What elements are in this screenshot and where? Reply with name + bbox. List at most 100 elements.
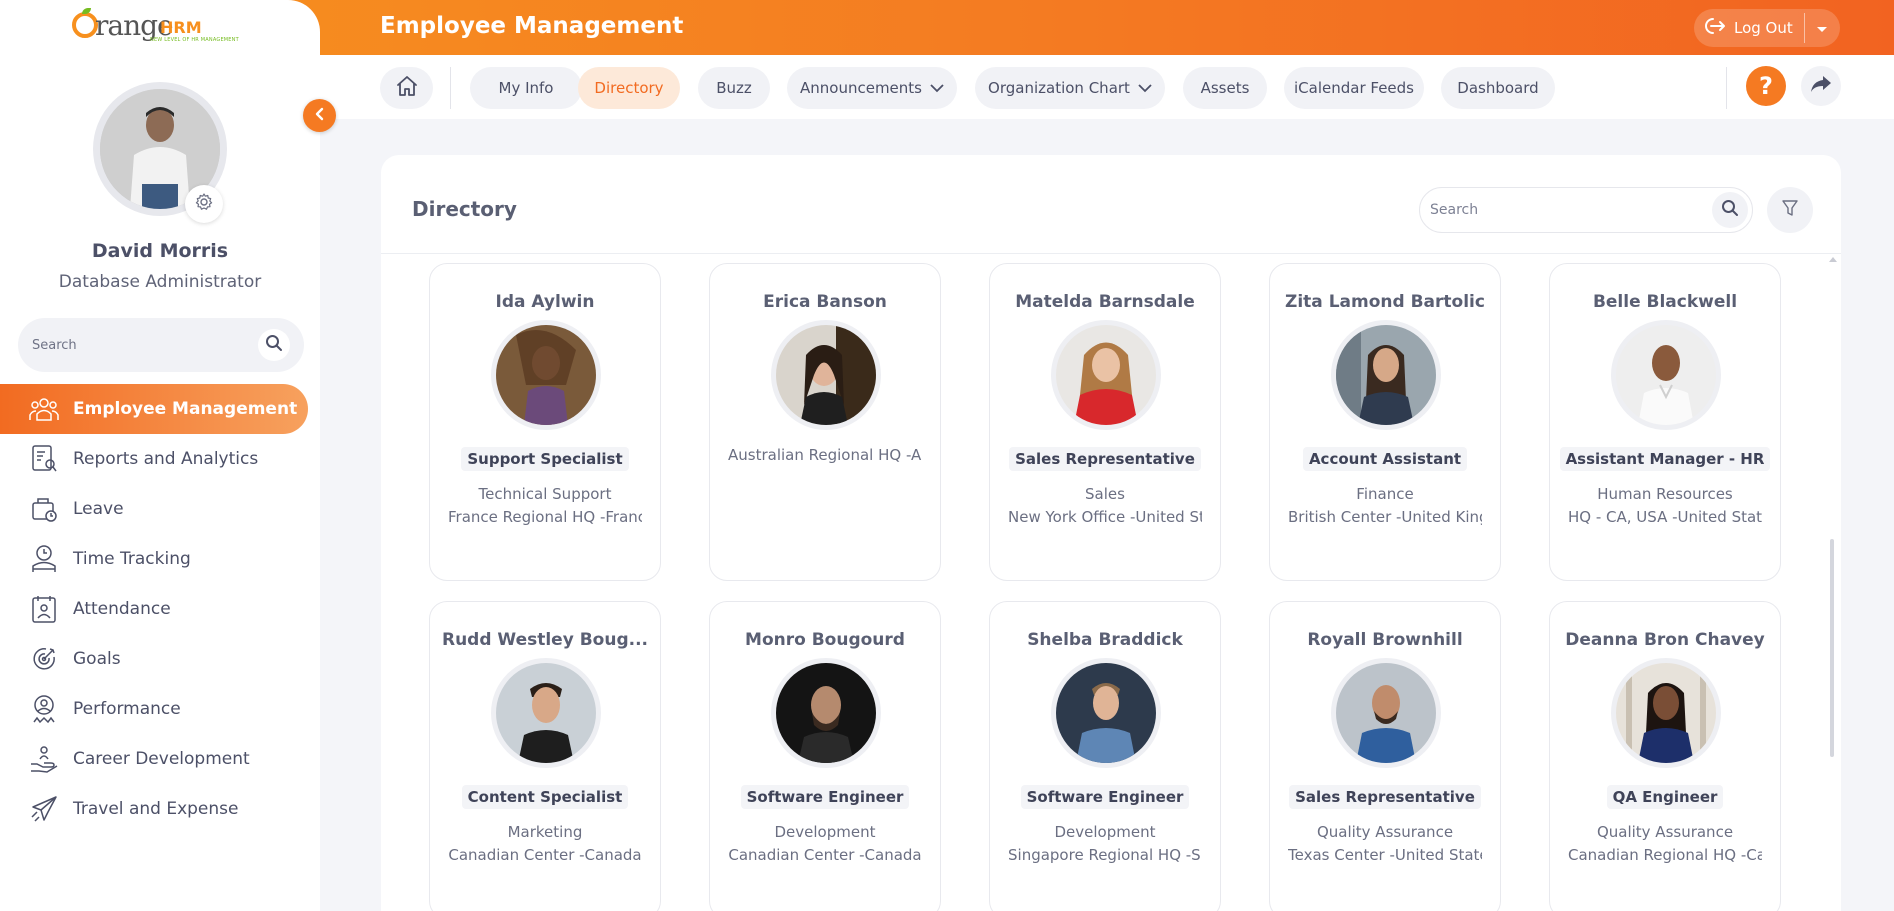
sidebar-item-label: Performance xyxy=(73,699,181,719)
tab-icalendar-feeds[interactable]: iCalendar Feeds xyxy=(1284,67,1424,109)
employee-card[interactable]: Ida Aylwin Support Specialist Technical … xyxy=(429,263,661,581)
sidebar-collapse-button[interactable] xyxy=(303,99,336,132)
filter-button[interactable] xyxy=(1767,187,1813,233)
sidebar-item-performance[interactable]: Performance xyxy=(0,684,320,734)
report-icon xyxy=(28,443,60,475)
scroll-thumb[interactable] xyxy=(1830,539,1834,757)
directory-search-input[interactable] xyxy=(1430,188,1700,232)
employee-card[interactable]: Deanna Bron Chavey QA Engineer Quality A… xyxy=(1549,601,1781,911)
sidebar-item-label: Goals xyxy=(73,649,121,669)
tab-directory[interactable]: Directory xyxy=(578,67,680,109)
tab-buzz[interactable]: Buzz xyxy=(698,67,770,109)
goals-icon xyxy=(28,643,60,675)
sidebar-item-reports-and-analytics[interactable]: Reports and Analytics xyxy=(0,434,320,484)
user-name: David Morris xyxy=(91,240,229,262)
help-button[interactable]: ? xyxy=(1746,66,1786,106)
profile-settings-button[interactable] xyxy=(185,185,223,223)
tab-label: Directory xyxy=(594,79,664,97)
logout-label: Log Out xyxy=(1734,19,1793,37)
employee-photo-frame xyxy=(1611,320,1721,430)
sidebar-item-label: Time Tracking xyxy=(73,549,191,569)
share-button[interactable] xyxy=(1801,66,1841,106)
employee-name: Erica Banson xyxy=(763,292,887,312)
sidebar-search-input[interactable] xyxy=(32,318,252,372)
employee-photo xyxy=(1616,325,1716,425)
employee-photo xyxy=(1616,663,1716,763)
employee-department: Sales xyxy=(1085,485,1125,503)
nav-divider xyxy=(1726,67,1727,109)
tab-announcements[interactable]: Announcements xyxy=(787,67,957,109)
employee-photo xyxy=(496,325,596,425)
role-label: Content Specialist xyxy=(461,785,629,809)
employee-name: Ida Aylwin xyxy=(495,292,595,312)
sidebar-item-time-tracking[interactable]: Time Tracking xyxy=(0,534,320,584)
time-tracking-icon xyxy=(28,543,60,575)
employee-card[interactable]: Royall Brownhill Sales Representative Qu… xyxy=(1269,601,1501,911)
directory-scrollbar[interactable] xyxy=(1827,255,1837,911)
tab-dashboard[interactable]: Dashboard xyxy=(1441,67,1555,109)
divider xyxy=(381,253,1841,254)
sidebar-item-career-development[interactable]: Career Development xyxy=(0,734,320,784)
directory-search-button[interactable] xyxy=(1712,192,1748,228)
nav-divider xyxy=(450,67,451,109)
employee-name: Shelba Braddick xyxy=(1027,630,1183,650)
employee-location: Canadian Regional HQ -Can xyxy=(1568,846,1762,864)
tab-organization-chart[interactable]: Organization Chart xyxy=(975,67,1165,109)
logout-menu-button[interactable] xyxy=(1807,9,1837,47)
role-label: QA Engineer xyxy=(1606,785,1724,809)
employee-card[interactable]: Belle Blackwell Assistant Manager - HR H… xyxy=(1549,263,1781,581)
role-label: Sales Representative xyxy=(1009,447,1201,471)
employee-card[interactable]: Rudd Westley Boug... Content Specialist … xyxy=(429,601,661,911)
employee-card[interactable]: Monro Bougourd Software Engineer Develop… xyxy=(709,601,941,911)
home-button[interactable] xyxy=(380,67,433,109)
logo-tagline: NEW LEVEL OF HR MANAGEMENT xyxy=(150,37,239,43)
employee-department: Finance xyxy=(1356,485,1414,503)
sidebar-item-label: Attendance xyxy=(73,599,171,619)
share-icon xyxy=(1810,75,1832,97)
career-icon xyxy=(28,743,60,775)
employee-location: Australian Regional HQ -Au xyxy=(728,446,922,464)
sidebar-item-travel-and-expense[interactable]: Travel and Expense xyxy=(0,784,320,834)
role-label: Account Assistant xyxy=(1302,447,1468,471)
employee-photo-frame xyxy=(771,320,881,430)
sidebar-item-employee-management[interactable]: Employee Management xyxy=(0,384,308,434)
chevron-down-icon xyxy=(1138,83,1152,93)
employee-photo xyxy=(1056,663,1156,763)
employee-name: Rudd Westley Boug... xyxy=(441,630,648,650)
tab-label: iCalendar Feeds xyxy=(1294,79,1414,97)
tab-label: Assets xyxy=(1200,79,1250,97)
employee-card[interactable]: Shelba Braddick Software Engineer Develo… xyxy=(989,601,1221,911)
plane-icon xyxy=(28,793,60,825)
employee-photo xyxy=(496,663,596,763)
chevron-left-icon xyxy=(314,106,326,125)
role-label: Software Engineer xyxy=(740,785,910,809)
sidebar-item-goals[interactable]: Goals xyxy=(0,634,320,684)
tab-assets[interactable]: Assets xyxy=(1183,67,1267,109)
orangehrm-logo[interactable]: range HRM NEW LEVEL OF HR MANAGEMENT xyxy=(72,8,248,48)
employee-role: Support Specialist xyxy=(430,447,660,471)
employee-card[interactable]: Zita Lamond Bartolic Account Assistant F… xyxy=(1269,263,1501,581)
sidebar-search-button[interactable] xyxy=(258,329,290,361)
sidebar-item-leave[interactable]: Leave xyxy=(0,484,320,534)
tab-my-info[interactable]: My Info xyxy=(470,67,582,109)
employee-role: Content Specialist xyxy=(430,785,660,809)
role-label: Sales Representative xyxy=(1289,785,1481,809)
sidebar-item-attendance[interactable]: Attendance xyxy=(0,584,320,634)
directory-title: Directory xyxy=(412,197,517,221)
scroll-up-arrow[interactable] xyxy=(1829,257,1837,262)
employee-photo-frame xyxy=(1051,320,1161,430)
employee-card[interactable]: Matelda Barnsdale Sales Representative S… xyxy=(989,263,1221,581)
role-label: Support Specialist xyxy=(461,447,629,471)
employee-photo xyxy=(776,325,876,425)
logout-button[interactable]: Log Out xyxy=(1694,9,1804,47)
employee-location: New York Office -United Sta xyxy=(1008,508,1202,526)
employee-department: Development xyxy=(774,823,876,841)
employee-photo-frame xyxy=(491,658,601,768)
employee-photo-frame xyxy=(1051,658,1161,768)
employee-location: Singapore Regional HQ -Sin xyxy=(1008,846,1202,864)
employee-role: Assistant Manager - HR xyxy=(1550,447,1780,471)
logout-control: Log Out xyxy=(1694,9,1840,47)
employee-name: Royall Brownhill xyxy=(1307,630,1463,650)
people-icon xyxy=(28,393,60,425)
employee-card[interactable]: Erica Banson Australian Regional HQ -Au xyxy=(709,263,941,581)
